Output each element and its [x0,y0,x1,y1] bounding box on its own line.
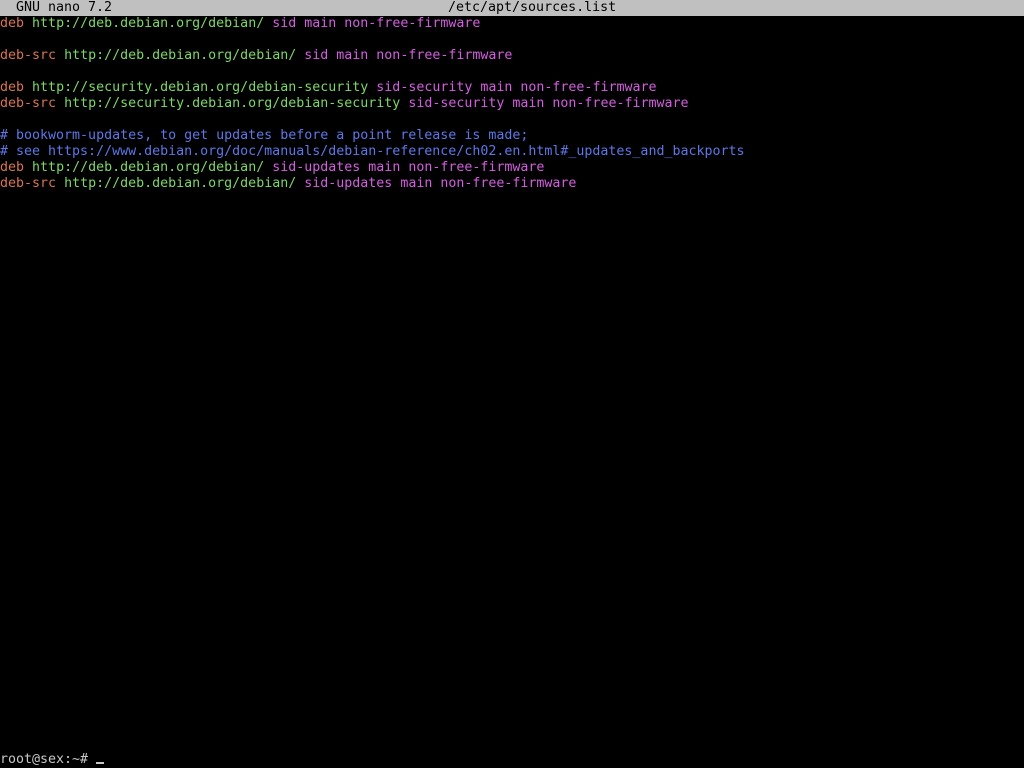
repo-components: sid-updates main non-free-firmware [304,176,577,191]
repo-components: sid-updates main non-free-firmware [272,160,545,175]
repo-type: deb-src [0,48,57,63]
repo-url: http://security.debian.org/debian-securi… [32,80,369,95]
comment-text: # bookworm-updates, to get updates befor… [0,128,529,143]
source-line[interactable]: deb-src http://deb.debian.org/debian/ si… [0,48,1024,64]
repo-type: deb [0,80,25,95]
repo-url: http://deb.debian.org/debian/ [64,176,297,191]
repo-url: http://deb.debian.org/debian/ [32,16,265,31]
editor-buffer[interactable]: deb http://deb.debian.org/debian/ sid ma… [0,16,1024,192]
repo-type: deb-src [0,96,57,111]
shell-prompt-line[interactable]: root@sex:~# [0,752,105,768]
terminal-screen[interactable]: GNU nano 7.2 /etc/apt/sources.list deb h… [0,0,1024,768]
comment-text: # see https://www.debian.org/doc/manuals… [0,144,745,159]
source-line[interactable] [0,32,1024,48]
source-line[interactable]: deb http://deb.debian.org/debian/ sid-up… [0,160,1024,176]
repo-type: deb [0,16,25,31]
repo-components: sid-security main non-free-firmware [408,96,689,111]
repo-components: sid-security main non-free-firmware [376,80,657,95]
repo-url: http://deb.debian.org/debian/ [64,48,297,63]
repo-url: http://security.debian.org/debian-securi… [64,96,401,111]
shell-prompt: root@sex:~# [0,752,97,767]
source-line[interactable] [0,112,1024,128]
repo-type: deb [0,160,25,175]
open-file-path: /etc/apt/sources.list [448,0,617,15]
source-line[interactable]: deb http://security.debian.org/debian-se… [0,80,1024,96]
text-cursor [96,762,105,764]
source-line[interactable]: # see https://www.debian.org/doc/manuals… [0,144,1024,160]
repo-type: deb-src [0,176,57,191]
repo-components: sid main non-free-firmware [304,48,513,63]
source-line[interactable]: deb-src http://security.debian.org/debia… [0,96,1024,112]
source-line[interactable] [0,64,1024,80]
source-line[interactable]: # bookworm-updates, to get updates befor… [0,128,1024,144]
source-line[interactable]: deb http://deb.debian.org/debian/ sid ma… [0,16,1024,32]
repo-components: sid main non-free-firmware [272,16,481,31]
editor-app-name: GNU nano 7.2 [16,0,113,15]
repo-url: http://deb.debian.org/debian/ [32,160,265,175]
source-line[interactable]: deb-src http://deb.debian.org/debian/ si… [0,176,1024,192]
nano-title-bar: GNU nano 7.2 /etc/apt/sources.list [0,0,1024,16]
